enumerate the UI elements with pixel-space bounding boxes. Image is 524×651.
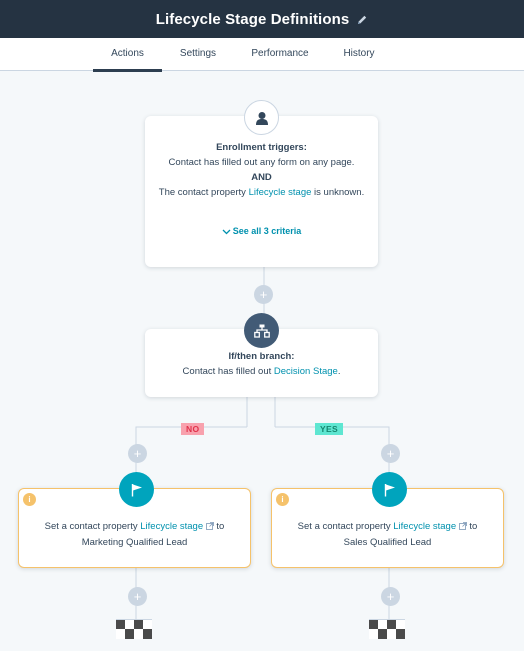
trigger-title: Enrollment triggers: bbox=[216, 142, 307, 153]
add-action-button[interactable]: + bbox=[254, 285, 273, 304]
workflow-end-icon bbox=[369, 619, 405, 639]
add-action-button-yes-end[interactable]: + bbox=[381, 587, 400, 606]
branch-condition: Contact has filled out Decision Stage. bbox=[182, 366, 341, 377]
flag-icon bbox=[119, 472, 154, 507]
decision-stage-link[interactable]: Decision Stage bbox=[274, 366, 338, 377]
info-icon[interactable]: i bbox=[276, 493, 289, 506]
action-description: Set a contact property Lifecycle stage t… bbox=[272, 519, 503, 535]
trigger-operator: AND bbox=[251, 172, 272, 183]
yes-branch-label: YES bbox=[315, 423, 343, 435]
action-description: Set a contact property Lifecycle stage t… bbox=[19, 519, 250, 535]
workflow-end-icon bbox=[116, 619, 152, 639]
add-action-button-yes[interactable]: + bbox=[381, 444, 400, 463]
add-action-button-no-end[interactable]: + bbox=[128, 587, 147, 606]
no-branch-label: NO bbox=[181, 423, 205, 435]
info-icon[interactable]: i bbox=[23, 493, 36, 506]
chevron-down-icon bbox=[222, 227, 231, 237]
lifecycle-stage-link[interactable]: Lifecycle stage bbox=[393, 521, 456, 532]
lifecycle-stage-link[interactable]: Lifecycle stage bbox=[140, 521, 203, 532]
action-value: Sales Qualified Lead bbox=[343, 537, 432, 548]
external-link-icon[interactable] bbox=[458, 520, 467, 535]
flag-icon bbox=[372, 472, 407, 507]
see-all-criteria-link[interactable]: See all 3 criteria bbox=[145, 226, 378, 237]
contact-icon bbox=[244, 100, 279, 135]
add-action-button-no[interactable]: + bbox=[128, 444, 147, 463]
enrollment-trigger-card[interactable]: Enrollment triggers: Contact has filled … bbox=[145, 116, 378, 267]
lifecycle-stage-link[interactable]: Lifecycle stage bbox=[249, 187, 312, 198]
branch-title: If/then branch: bbox=[228, 351, 295, 362]
trigger-criterion-1: Contact has filled out any form on any p… bbox=[168, 157, 355, 168]
action-value: Marketing Qualified Lead bbox=[81, 537, 188, 548]
trigger-criterion-2: The contact property Lifecycle stage is … bbox=[158, 187, 365, 198]
external-link-icon[interactable] bbox=[205, 520, 214, 535]
branch-icon bbox=[244, 313, 279, 348]
